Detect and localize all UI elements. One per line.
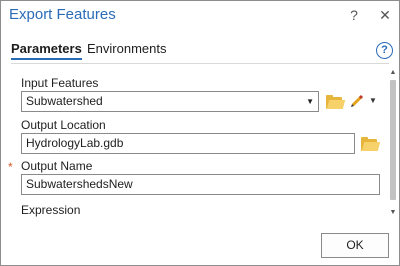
output-name-label: Output Name [21,159,93,173]
scroll-down-icon[interactable]: ▼ [389,209,397,217]
output-name-input[interactable]: SubwatershedsNew [21,174,380,195]
help-icon[interactable]: ? [376,42,393,59]
input-features-label: Input Features [21,76,99,90]
pencil-dropdown-icon[interactable]: ▼ [369,96,377,105]
output-location-value: HydrologyLab.gdb [26,136,124,150]
output-location-label: Output Location [21,118,106,132]
pencil-icon[interactable] [350,94,364,108]
output-location-input[interactable]: HydrologyLab.gdb [21,133,355,154]
tab-environments[interactable]: Environments [87,41,166,58]
title-help-button[interactable]: ? [345,6,363,24]
ok-button[interactable]: OK [321,233,389,258]
close-button[interactable]: ✕ [376,6,394,24]
chevron-down-icon: ▼ [306,97,314,106]
vertical-scrollbar[interactable]: ▲ ▼ [389,69,397,221]
scroll-up-icon[interactable]: ▲ [389,69,397,77]
tab-separator [11,63,389,64]
browse-input-folder-icon[interactable] [326,95,346,109]
expression-label: Expression [21,203,81,217]
title-bar: Export Features ? ✕ [1,1,399,31]
output-name-value: SubwatershedsNew [26,177,133,191]
input-features-value: Subwatershed [26,94,103,108]
tab-bar: Parameters Environments [11,41,391,63]
scroll-thumb[interactable] [390,80,396,200]
input-features-dropdown[interactable]: Subwatershed ▼ [21,91,319,112]
dialog-title: Export Features [9,6,116,23]
tab-parameters[interactable]: Parameters [11,41,82,60]
required-marker: * [8,160,13,174]
browse-location-folder-icon[interactable] [361,137,381,151]
export-features-dialog: Export Features ? ✕ Parameters Environme… [0,0,400,266]
